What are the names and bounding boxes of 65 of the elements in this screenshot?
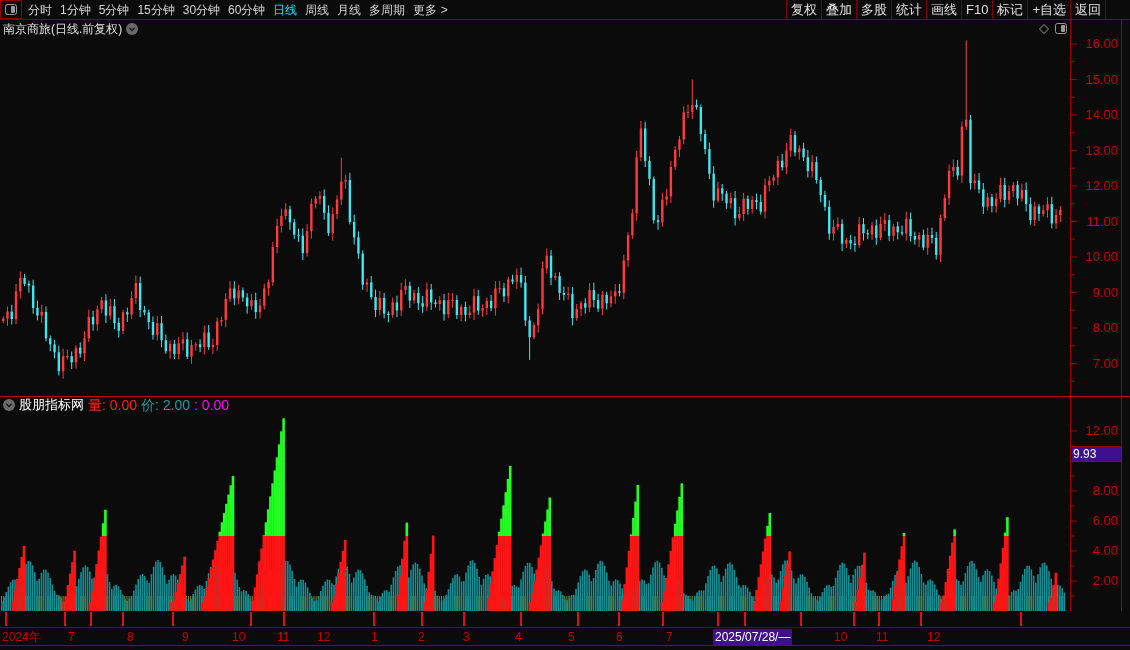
time-axis-label: 12 [927, 629, 941, 645]
axis-label: 15.00 [1085, 72, 1118, 87]
time-axis-label: 11 [876, 629, 889, 645]
toolbar-button[interactable]: 叠加 [821, 0, 856, 19]
current-value-badge: 9.93 [1072, 446, 1121, 462]
time-axis-label: 12 [317, 629, 331, 645]
time-axis-label: 2024年 [2, 629, 41, 645]
time-axis-label: 6 [616, 629, 623, 645]
time-axis-label: 2 [418, 629, 425, 645]
toolbar-button[interactable]: 统计 [891, 0, 926, 19]
time-axis-label: 3 [463, 629, 470, 645]
period-tab[interactable]: 分时 [28, 0, 52, 19]
chevron-down-icon[interactable] [3, 399, 15, 411]
panel-toggle-icon [5, 4, 17, 15]
period-tab[interactable]: 60分钟 [228, 0, 266, 19]
indicator-reading: : 0.00 [194, 397, 230, 413]
toolbar-button[interactable]: F10 [961, 0, 993, 19]
indicator-reading: 价: 2.00 [141, 397, 191, 413]
toolbar-button[interactable]: 画线 [926, 0, 961, 19]
time-axis-label: 1 [371, 629, 378, 645]
toolbar-button[interactable]: 复权 [786, 0, 821, 19]
chart-title: 南京商旅(日线.前复权) [3, 22, 123, 36]
time-axis-label: 8 [127, 629, 134, 645]
axis-label: 12.00 [1085, 424, 1118, 438]
time-axis-label: 11 [277, 629, 290, 645]
axis-label: 4.00 [1092, 544, 1118, 558]
toolbar-button[interactable]: 返回 [1070, 0, 1105, 19]
toolbar-button[interactable]: 标记 [992, 0, 1028, 19]
toolbar-button[interactable]: +自选 [1027, 0, 1070, 19]
period-tab[interactable]: 15分钟 [137, 0, 175, 19]
axis-label: 7.00 [1092, 356, 1118, 371]
axis-label: 8.00 [1092, 484, 1118, 498]
period-tab[interactable]: 多周期 [369, 0, 406, 19]
time-axis-label: 10 [834, 629, 848, 645]
axis-label: 10.00 [1085, 250, 1118, 264]
time-axis-label: 7 [68, 629, 75, 645]
indicator-reading: 量: 0.00 [88, 397, 138, 413]
axis-label: 9.00 [1092, 285, 1118, 300]
axis-label: 11.00 [1086, 214, 1118, 229]
period-tab[interactable]: 日线 [273, 0, 298, 19]
period-tab[interactable]: 1分钟 [60, 0, 91, 19]
axis-label: 13.00 [1085, 143, 1118, 158]
axis-label: 8.00 [1092, 321, 1118, 335]
layout-toggle-button[interactable] [0, 0, 22, 19]
cursor-date-label: 2025/07/28/— [713, 629, 793, 645]
time-axis-label: 7 [666, 629, 673, 645]
panel-toggle-icon [1055, 23, 1067, 34]
axis-label: 6.00 [1092, 514, 1118, 528]
time-axis-label: 9 [182, 629, 189, 645]
chevron-down-icon[interactable] [126, 23, 139, 35]
time-axis-label: 5 [568, 629, 575, 645]
time-axis-label: 4 [515, 629, 522, 645]
period-tab[interactable]: 月线 [337, 0, 362, 19]
time-axis-label: 10 [232, 629, 246, 645]
period-tab[interactable]: 更多 > [413, 0, 448, 19]
axis-label: 16.00 [1085, 37, 1118, 51]
axis-label: 2.00 [1092, 574, 1118, 588]
period-tab[interactable]: 5分钟 [98, 0, 130, 19]
period-tab[interactable]: 30分钟 [182, 0, 221, 19]
period-tab[interactable]: 周线 [305, 0, 330, 19]
indicator-name: 股朋指标网 [19, 397, 84, 413]
toolbar-button[interactable]: 多股 [856, 0, 891, 19]
axis-label: 14.00 [1085, 108, 1118, 122]
axis-label: 12.00 [1085, 179, 1118, 193]
diamond-icon[interactable] [1039, 23, 1049, 34]
